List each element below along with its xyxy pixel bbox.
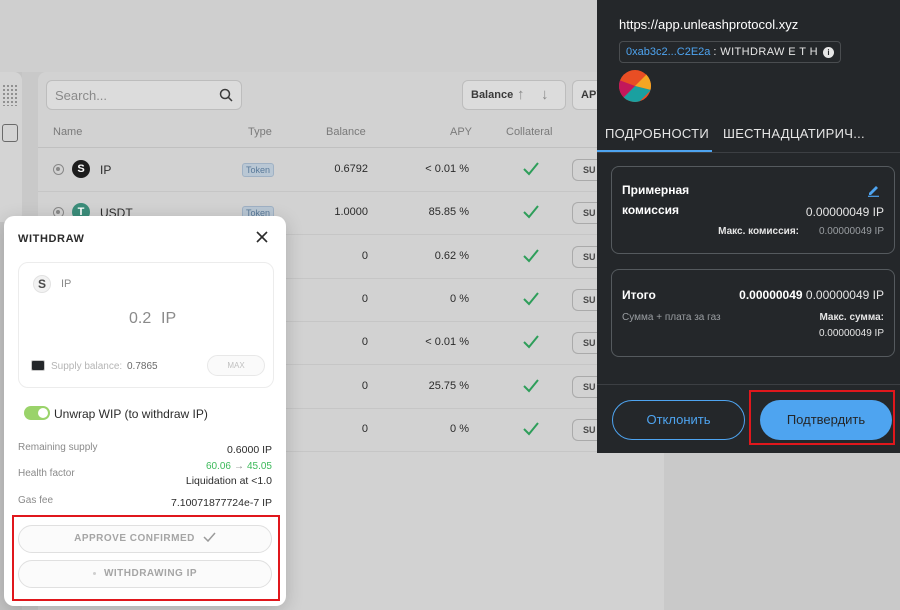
sort-selector[interactable]: Balance ↑ ↓ <box>462 80 566 110</box>
wallet-icon <box>31 360 45 371</box>
table-row[interactable]: S IP Token 0.6792 < 0.01 % SU <box>38 149 612 192</box>
amount-input[interactable]: 0.2 <box>129 310 151 328</box>
tab-details[interactable]: ПОДРОБНОСТИ <box>605 126 709 141</box>
tab-hex-data[interactable]: ШЕСТНАДЦАТИРИЧ... <box>723 126 865 141</box>
info-icon[interactable]: i <box>822 47 834 58</box>
total-sub-label: Сумма + плата за газ <box>622 312 721 323</box>
token-logo-icon: S <box>72 160 90 178</box>
total-value-text: 0.00000049 IP <box>805 288 884 302</box>
row-balance: 0 <box>361 379 368 392</box>
total-label: Итого <box>622 288 656 302</box>
row-apy: 0 % <box>450 422 469 435</box>
document-icon[interactable] <box>2 124 18 142</box>
collateral-check-icon <box>523 162 539 176</box>
edit-pencil-icon[interactable] <box>867 184 880 197</box>
gas-fee-label: Gas fee <box>18 495 54 506</box>
asset-amount-card: S IP 0.2 IP Supply balance: 0.7865 MAX <box>18 262 274 388</box>
contract-address[interactable]: 0xab3c2...C2E2a <box>626 46 710 58</box>
column-header-collateral: Collateral <box>506 126 553 138</box>
column-header-balance: Balance <box>326 126 366 138</box>
collateral-check-icon <box>523 422 539 436</box>
reject-button[interactable]: Отклонить <box>612 400 745 440</box>
search-icon[interactable] <box>219 88 233 102</box>
sort-label: Balance <box>471 89 514 101</box>
max-button[interactable]: MAX <box>207 355 265 376</box>
row-apy: < 0.01 % <box>425 163 469 175</box>
gas-fee-value: 7.10071877724e-7 IP <box>170 497 272 509</box>
total-value: 0.00000049 0.00000049 IP <box>739 288 884 302</box>
row-balance: 0 <box>361 249 368 262</box>
row-select-radio[interactable] <box>53 164 64 175</box>
max-total-label-text: Макс. сумма: <box>819 312 884 323</box>
arrow-up-icon[interactable]: ↑ <box>517 86 525 103</box>
max-fee-label-text: Макс. комиссия: <box>718 226 799 237</box>
max-total-value: 0.00000049 IP <box>818 328 884 339</box>
method-name: : WITHDRAW E T H <box>713 46 818 58</box>
row-balance: 0 <box>361 422 368 435</box>
row-balance: 0 <box>361 292 368 305</box>
asset-logo-icon: S <box>33 275 51 293</box>
collateral-check-icon <box>523 248 539 263</box>
token-type-badge: Token <box>242 163 275 177</box>
column-header-apy: APY <box>450 126 473 138</box>
max-total-label: Макс. сумма: <box>819 312 884 323</box>
footer-divider <box>597 384 900 385</box>
row-balance: 1.0000 <box>334 206 368 219</box>
supply-balance-value: 0.7865 <box>127 361 158 372</box>
row-apy: < 0.01 % <box>425 336 469 349</box>
site-url: https://app.unleashprotocol.xyz <box>619 17 799 32</box>
arrow-right-icon: → <box>233 461 244 472</box>
withdraw-modal: WITHDRAW S IP 0.2 IP Supply balance: 0.7… <box>4 216 286 606</box>
estimated-fee-value: 0.00000049 IP <box>805 205 884 219</box>
collateral-check-icon <box>523 205 539 219</box>
row-apy: 0.62 % <box>434 249 469 262</box>
modal-title: WITHDRAW <box>18 233 85 245</box>
asset-name: IP <box>61 278 72 290</box>
total-card: Итого 0.00000049 0.00000049 IP Сумма + п… <box>611 269 895 357</box>
close-icon[interactable] <box>254 229 270 245</box>
column-header-name: Name <box>53 126 83 138</box>
row-balance: 0 <box>361 336 368 349</box>
amount-unit: IP <box>161 310 177 327</box>
liquidation-threshold: Liquidation at <1.0 <box>185 475 272 487</box>
remaining-supply-label: Remaining supply <box>18 442 98 453</box>
health-factor-from: 60.06 <box>205 461 231 472</box>
confirm-highlight-annotation <box>749 390 895 445</box>
total-value-bold: 0.00000049 <box>739 288 803 302</box>
estimated-fee-card: Примерная комиссия 0.00000049 IP Макс. к… <box>611 166 895 254</box>
max-fee-label: Макс. комиссия: <box>718 226 799 237</box>
health-factor-to: 45.05 <box>246 461 272 472</box>
remaining-supply-value: 0.6000 IP <box>227 444 272 456</box>
collateral-check-icon <box>523 335 539 349</box>
active-tab-indicator <box>597 150 712 152</box>
token-name: IP <box>100 163 112 177</box>
search-placeholder: Search... <box>55 88 108 103</box>
search-input[interactable]: Search... <box>46 80 242 110</box>
estimated-fee-label-line1: Примерная <box>622 183 690 197</box>
estimated-fee-label-line2: комиссия <box>622 203 679 217</box>
arrow-down-icon[interactable]: ↓ <box>541 86 549 103</box>
contract-method-badge[interactable]: 0xab3c2...C2E2a: WITHDRAW E T H i <box>619 41 841 63</box>
highlight-annotation <box>12 515 280 601</box>
row-apy: 25.75 % <box>428 379 469 392</box>
collateral-check-icon <box>523 292 539 306</box>
supply-balance-label: Supply balance: <box>51 361 123 372</box>
account-avatar <box>619 70 651 102</box>
health-factor-value: 60.06 → 45.05 <box>206 461 272 472</box>
grid-dots-icon[interactable] <box>2 84 18 106</box>
max-fee-value: 0.00000049 IP <box>818 226 884 237</box>
table-header: Name Type Balance APY Collateral <box>38 118 598 148</box>
unwrap-toggle[interactable] <box>24 406 50 420</box>
details-tabs: ПОДРОБНОСТИ ШЕСТНАДЦАТИРИЧ... <box>597 113 900 153</box>
row-apy: 85.85 % <box>428 206 469 219</box>
health-factor-label: Health factor <box>18 468 75 479</box>
row-apy: 0 % <box>450 292 469 305</box>
collateral-check-icon <box>523 378 539 392</box>
wallet-confirmation-popup: https://app.unleashprotocol.xyz 0xab3c2.… <box>597 0 900 453</box>
unwrap-label: Unwrap WIP (to withdraw IP) <box>54 407 208 421</box>
column-header-type: Type <box>248 126 272 138</box>
row-balance: 0.6792 <box>334 163 368 175</box>
